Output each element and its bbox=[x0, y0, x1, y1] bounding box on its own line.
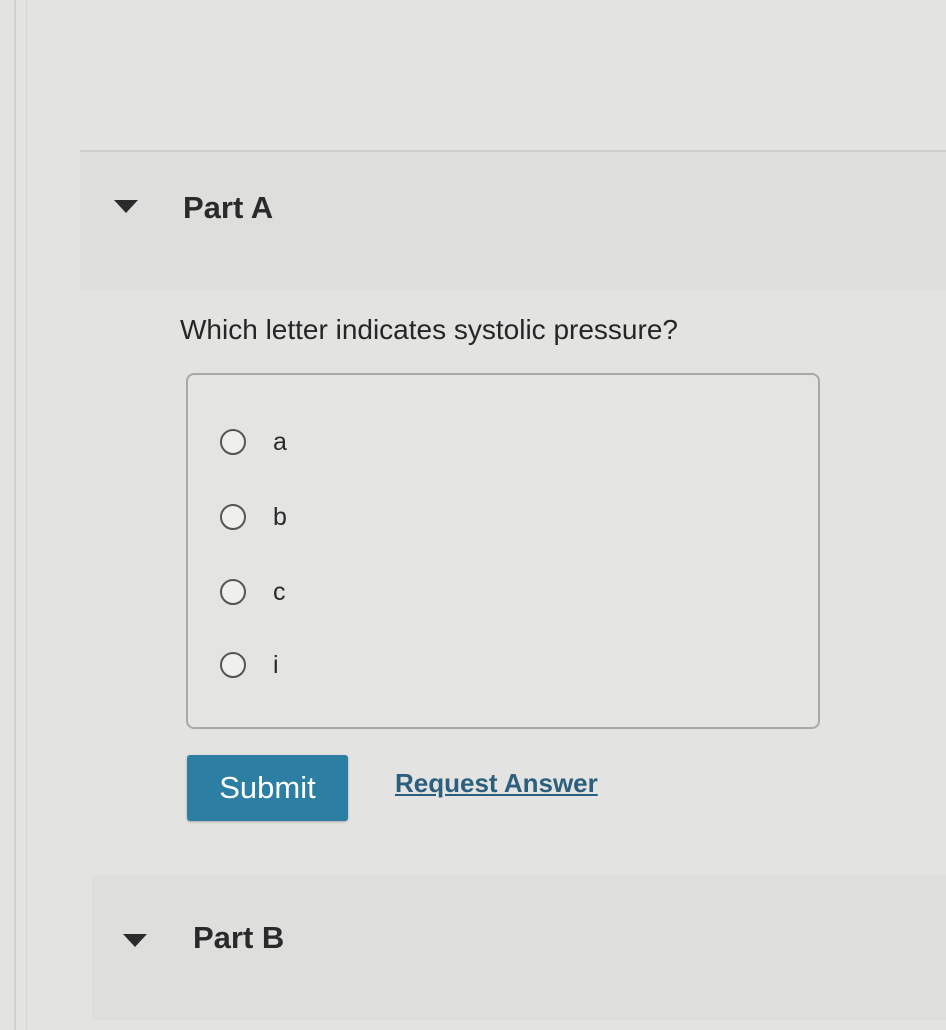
radio-icon[interactable] bbox=[220, 579, 246, 605]
option-label: b bbox=[273, 502, 287, 531]
caret-down-icon[interactable] bbox=[114, 200, 138, 213]
question-text: Which letter indicates systolic pressure… bbox=[180, 314, 678, 345]
option-label: a bbox=[273, 427, 287, 456]
caret-down-icon[interactable] bbox=[123, 934, 147, 947]
option-label: c bbox=[273, 577, 286, 606]
radio-icon[interactable] bbox=[220, 652, 246, 678]
radio-icon[interactable] bbox=[220, 429, 246, 455]
page-edge-divider bbox=[26, 0, 27, 1030]
option-b[interactable]: b bbox=[220, 500, 287, 534]
option-label: i bbox=[273, 650, 279, 679]
option-a[interactable]: a bbox=[220, 425, 287, 459]
option-i[interactable]: i bbox=[220, 648, 279, 682]
part-b-title[interactable]: Part B bbox=[193, 920, 284, 956]
part-a-title[interactable]: Part A bbox=[183, 190, 273, 226]
submit-button[interactable]: Submit bbox=[187, 755, 348, 821]
option-c[interactable]: c bbox=[220, 575, 286, 609]
radio-icon[interactable] bbox=[220, 504, 246, 530]
request-answer-link[interactable]: Request Answer bbox=[395, 768, 598, 799]
left-divider bbox=[14, 0, 16, 1030]
